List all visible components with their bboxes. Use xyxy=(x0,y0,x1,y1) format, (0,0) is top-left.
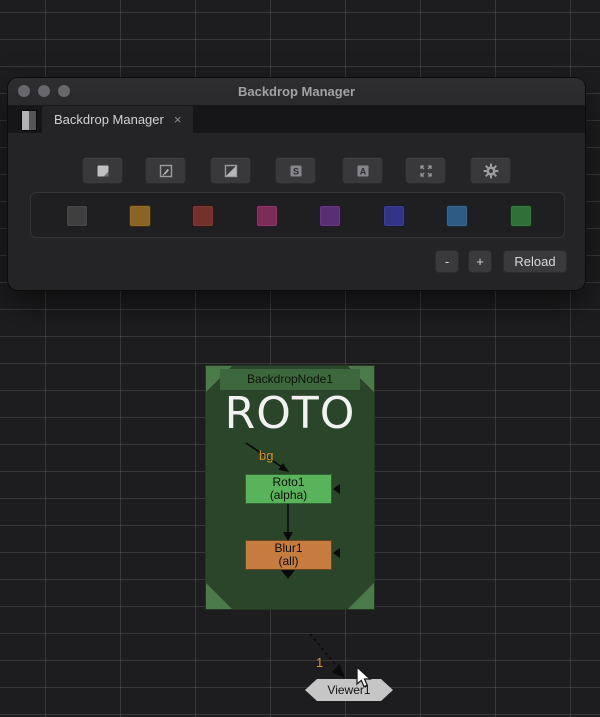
settings-button[interactable] xyxy=(470,157,511,184)
viewer-input-label: 1 xyxy=(316,655,323,670)
backdrop-note-button[interactable] xyxy=(82,157,123,184)
color-swatch-red[interactable] xyxy=(192,205,214,227)
settings-gear-icon xyxy=(482,162,500,180)
color-swatch-green[interactable] xyxy=(510,205,532,227)
backdrop-label: ROTO xyxy=(206,388,374,439)
window-title: Backdrop Manager xyxy=(8,78,585,105)
node-subtitle: (alpha) xyxy=(270,489,307,502)
add-button[interactable]: + xyxy=(468,250,492,273)
size-button[interactable]: S xyxy=(275,157,316,184)
backdrop-resize-corner[interactable] xyxy=(206,583,232,609)
backdrop-manager-window[interactable]: Backdrop Manager Backdrop Manager × xyxy=(8,78,585,290)
tab-strip: Backdrop Manager × xyxy=(8,106,585,133)
color-swatch-purple[interactable] xyxy=(319,205,341,227)
backdrop-title[interactable]: BackdropNode1 xyxy=(220,369,360,390)
fill-color-button[interactable] xyxy=(210,157,251,184)
svg-text:S: S xyxy=(292,166,298,176)
roto1-node[interactable]: Roto1 (alpha) xyxy=(245,474,332,504)
backdrop-resize-corner[interactable] xyxy=(348,583,374,609)
edit-pencil-icon xyxy=(158,163,174,179)
backdrop-note-icon xyxy=(95,163,111,179)
fit-backdrop-button[interactable] xyxy=(405,157,446,184)
s-badge-icon: S xyxy=(288,163,304,179)
fit-expand-icon xyxy=(418,163,434,179)
bg-input-label: bg xyxy=(259,448,273,463)
tab-backdrop-manager[interactable]: Backdrop Manager × xyxy=(42,106,193,133)
node-name: Viewer1 xyxy=(327,683,370,697)
node-graph-canvas[interactable]: BackdropNode1 ROTO Roto1 (alpha) Blur1 (… xyxy=(0,0,600,717)
appearance-button[interactable]: A xyxy=(342,157,383,184)
a-badge-icon: A xyxy=(355,163,371,179)
fill-diagonal-icon xyxy=(223,163,239,179)
edit-backdrop-button[interactable] xyxy=(145,157,186,184)
remove-button[interactable]: - xyxy=(435,250,459,273)
pane-layout-icon[interactable] xyxy=(21,110,37,131)
viewer1-node[interactable]: Viewer1 xyxy=(305,679,393,701)
color-swatch-gray[interactable] xyxy=(66,205,88,227)
blur1-node[interactable]: Blur1 (all) xyxy=(245,540,332,570)
tab-close-icon[interactable]: × xyxy=(174,113,182,126)
window-titlebar[interactable]: Backdrop Manager xyxy=(8,78,585,106)
color-swatch-steel[interactable] xyxy=(446,205,468,227)
color-swatch-gold[interactable] xyxy=(129,205,151,227)
node-subtitle: (all) xyxy=(279,555,299,568)
tab-label: Backdrop Manager xyxy=(54,112,164,127)
reload-button[interactable]: Reload xyxy=(503,250,567,273)
swatch-panel xyxy=(30,192,565,238)
color-swatch-blue[interactable] xyxy=(383,205,405,227)
color-swatch-magenta[interactable] xyxy=(256,205,278,227)
svg-text:A: A xyxy=(359,166,366,176)
